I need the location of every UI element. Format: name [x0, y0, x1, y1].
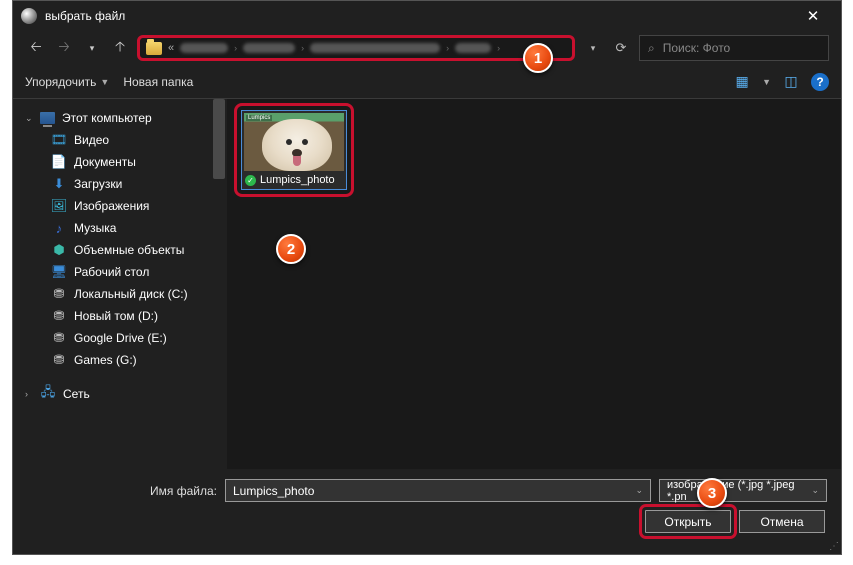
back-button[interactable]: 🡠 [25, 37, 47, 59]
sidebar-item[interactable]: ⬢ Объемные объекты [19, 239, 205, 261]
address-bar[interactable]: « › › › › [137, 35, 575, 61]
recent-dropdown[interactable]: ▾ [81, 37, 103, 59]
sync-status-icon: ✓ [245, 175, 256, 186]
app-icon [21, 8, 37, 24]
sidebar-item-label: Музыка [74, 221, 116, 235]
chevron-right-icon: › [25, 389, 33, 399]
sidebar-item-label: Games (G:) [74, 353, 137, 367]
breadcrumb-overflow: « [168, 42, 174, 54]
titlebar: выбрать файл ✕ [13, 1, 841, 31]
sidebar-item-label: Документы [74, 155, 136, 169]
sidebar-item-label: Загрузки [74, 177, 122, 191]
file-open-dialog: выбрать файл ✕ 🡠 🡢 ▾ 🡡 « › › › › ▾ ⟳ ⌕ П… [12, 0, 842, 555]
drive-icon: ⛃ [51, 308, 67, 324]
address-dropdown[interactable]: ▾ [581, 36, 605, 60]
search-input[interactable]: ⌕ Поиск: Фото [639, 35, 829, 61]
navigation-bar: 🡠 🡢 ▾ 🡡 « › › › › ▾ ⟳ ⌕ Поиск: Фото [13, 31, 841, 65]
resize-grip[interactable]: ⋰ [829, 541, 837, 552]
scrollbar[interactable] [211, 99, 227, 469]
file-list[interactable]: Lumpics ✓ Lumpics_photo [211, 99, 841, 469]
sidebar: ⌄ Этот компьютер 🎞 Видео 📄 Документы ⬇ Загруз… [13, 99, 211, 469]
sidebar-item-label: Видео [74, 133, 109, 147]
sidebar-item[interactable]: ⬇ Загрузки [19, 173, 205, 195]
sidebar-item[interactable]: 🖼 Изображения [19, 195, 205, 217]
sidebar-item[interactable]: ⛃ Google Drive (E:) [19, 327, 205, 349]
up-button[interactable]: 🡡 [109, 37, 131, 59]
video-icon: 🎞 [51, 132, 67, 148]
window-title: выбрать файл [45, 9, 125, 23]
sidebar-item-network[interactable]: › 🖧 Сеть [19, 383, 205, 405]
pc-icon [40, 112, 55, 124]
folder-icon [146, 42, 162, 55]
sidebar-item-this-pc[interactable]: ⌄ Этот компьютер [19, 107, 205, 129]
sidebar-item[interactable]: ♪ Музыка [19, 217, 205, 239]
preview-pane-button[interactable]: ◫ [781, 72, 801, 92]
sidebar-item-label: Новый том (D:) [74, 309, 158, 323]
desktop-icon: 🖥 [51, 264, 67, 280]
help-button[interactable]: ? [811, 73, 829, 91]
documents-icon: 📄 [51, 154, 67, 170]
sidebar-item-label: Объемные объекты [74, 243, 184, 257]
filename-input[interactable]: Lumpics_photo ⌄ [225, 479, 651, 502]
search-icon: ⌕ [648, 41, 655, 56]
toolbar: Упорядочить ▼ Новая папка ▦ ▼ ◫ ? [13, 65, 841, 99]
breadcrumb-segment[interactable] [455, 43, 491, 53]
pictures-icon: 🖼 [51, 198, 67, 214]
search-placeholder: Поиск: Фото [663, 41, 731, 55]
sidebar-item[interactable]: ⛃ Локальный диск (C:) [19, 283, 205, 305]
chevron-down-icon: ▼ [100, 77, 109, 87]
chevron-down-icon[interactable]: ⌄ [635, 485, 643, 496]
close-button[interactable]: ✕ [793, 7, 833, 25]
filename-label: Имя файла: [27, 484, 217, 498]
filetype-filter[interactable]: изображение (*.jpg *.jpeg *.pn ⌄ [659, 479, 827, 502]
objects3d-icon: ⬢ [51, 242, 67, 258]
annotation-marker-2: 2 [276, 234, 306, 264]
downloads-icon: ⬇ [51, 176, 67, 192]
annotation-highlight-2: Lumpics ✓ Lumpics_photo [234, 103, 354, 197]
organize-button[interactable]: Упорядочить ▼ [25, 75, 109, 89]
annotation-marker-3: 3 [697, 478, 727, 508]
file-name: Lumpics_photo [260, 174, 335, 187]
sidebar-item-label: Локальный диск (C:) [74, 287, 188, 301]
chevron-down-icon[interactable]: ⌄ [811, 485, 819, 496]
chevron-down-icon[interactable]: ▼ [762, 77, 771, 87]
music-icon: ♪ [51, 220, 67, 236]
breadcrumb-segment[interactable] [180, 43, 228, 53]
sidebar-item[interactable]: ⛃ Games (G:) [19, 349, 205, 371]
sidebar-item-label: Изображения [74, 199, 149, 213]
chevron-down-icon: ⌄ [25, 113, 33, 124]
file-thumbnail: Lumpics [244, 113, 344, 171]
sidebar-item-label: Google Drive (E:) [74, 331, 167, 345]
drive-icon: ⛃ [51, 352, 67, 368]
sidebar-item[interactable]: ⛃ Новый том (D:) [19, 305, 205, 327]
drive-icon: ⛃ [51, 330, 67, 346]
open-button[interactable]: Открыть [645, 510, 731, 533]
thumbnail-badge: Lumpics [246, 115, 272, 121]
sidebar-item-label: Рабочий стол [74, 265, 149, 279]
scrollbar-thumb[interactable] [213, 99, 225, 179]
cancel-button[interactable]: Отмена [739, 510, 825, 533]
body: ⌄ Этот компьютер 🎞 Видео 📄 Документы ⬇ Загруз… [13, 99, 841, 469]
refresh-button[interactable]: ⟳ [609, 36, 633, 60]
sidebar-item[interactable]: 🎞 Видео [19, 129, 205, 151]
network-icon: 🖧 [40, 386, 56, 402]
breadcrumb-segment[interactable] [243, 43, 295, 53]
drive-icon: ⛃ [51, 286, 67, 302]
view-mode-button[interactable]: ▦ [732, 72, 752, 92]
annotation-marker-1: 1 [523, 43, 553, 73]
sidebar-item[interactable]: 📄 Документы [19, 151, 205, 173]
breadcrumb-segment[interactable] [310, 43, 440, 53]
new-folder-button[interactable]: Новая папка [123, 75, 193, 89]
forward-button[interactable]: 🡢 [53, 37, 75, 59]
sidebar-item[interactable]: 🖥 Рабочий стол [19, 261, 205, 283]
file-item[interactable]: Lumpics ✓ Lumpics_photo [241, 110, 347, 190]
